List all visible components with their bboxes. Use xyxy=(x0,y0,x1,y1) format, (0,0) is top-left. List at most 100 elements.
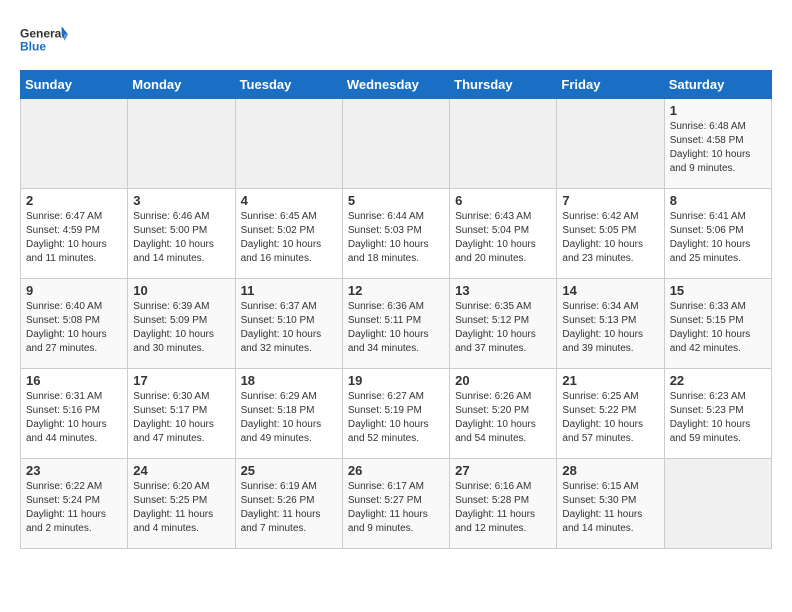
calendar-cell: 22 Sunrise: 6:23 AM Sunset: 5:23 PM Dayli… xyxy=(664,369,771,459)
calendar-cell: 4Sunrise: 6:45 AM Sunset: 5:02 PM Daylig… xyxy=(235,189,342,279)
day-info: Sunrise: 6:43 AM Sunset: 5:04 PM Dayligh… xyxy=(455,210,551,266)
day-number: 10 xyxy=(133,283,229,298)
day-info: Sunrise: 6:27 AM Sunset: 5:19 PM Dayligh… xyxy=(348,390,444,446)
svg-text:Blue: Blue xyxy=(20,39,46,53)
calendar-cell: 7 Sunrise: 6:42 AM Sunset: 5:05 PM Daylig… xyxy=(557,189,664,279)
calendar-cell xyxy=(342,99,449,189)
day-info: Sunrise: 6:16 AM Sunset: 5:28 PM Dayligh… xyxy=(455,480,551,536)
calendar-cell: 8 Sunrise: 6:41 AM Sunset: 5:06 PM Daylig… xyxy=(664,189,771,279)
day-number: 13 xyxy=(455,283,551,298)
day-number: 23 xyxy=(26,463,122,478)
day-info: Sunrise: 6:26 AM Sunset: 5:20 PM Dayligh… xyxy=(455,390,551,446)
day-number: 6 xyxy=(455,193,551,208)
calendar-cell: 27 Sunrise: 6:16 AM Sunset: 5:28 PM Dayli… xyxy=(450,459,557,549)
calendar-cell: 3 Sunrise: 6:46 AM Sunset: 5:00 PM Daylig… xyxy=(128,189,235,279)
day-number: 16 xyxy=(26,373,122,388)
page-header: General Blue xyxy=(20,20,772,60)
day-number: 11 xyxy=(241,283,337,298)
calendar-week-row: 9 Sunrise: 6:40 AM Sunset: 5:08 PM Daylig… xyxy=(21,279,772,369)
day-info: Sunrise: 6:29 AM Sunset: 5:18 PM Dayligh… xyxy=(241,390,337,446)
calendar-cell: 24 Sunrise: 6:20 AM Sunset: 5:25 PM Dayli… xyxy=(128,459,235,549)
calendar-cell: 28 Sunrise: 6:15 AM Sunset: 5:30 PM Dayli… xyxy=(557,459,664,549)
calendar-cell: 26 Sunrise: 6:17 AM Sunset: 5:27 PM Dayli… xyxy=(342,459,449,549)
calendar-week-row: 16 Sunrise: 6:31 AM Sunset: 5:16 PM Dayli… xyxy=(21,369,772,459)
calendar-week-row: 23Sunrise: 6:22 AM Sunset: 5:24 PM Dayli… xyxy=(21,459,772,549)
day-info: Sunrise: 6:41 AM Sunset: 5:06 PM Dayligh… xyxy=(670,210,766,266)
day-number: 22 xyxy=(670,373,766,388)
day-info: Sunrise: 6:15 AM Sunset: 5:30 PM Dayligh… xyxy=(562,480,658,536)
day-number: 9 xyxy=(26,283,122,298)
day-info: Sunrise: 6:31 AM Sunset: 5:16 PM Dayligh… xyxy=(26,390,122,446)
day-info: Sunrise: 6:37 AM Sunset: 5:10 PM Dayligh… xyxy=(241,300,337,356)
calendar-cell: 17Sunrise: 6:30 AM Sunset: 5:17 PM Dayli… xyxy=(128,369,235,459)
day-info: Sunrise: 6:34 AM Sunset: 5:13 PM Dayligh… xyxy=(562,300,658,356)
calendar-cell xyxy=(128,99,235,189)
calendar-cell xyxy=(235,99,342,189)
calendar-cell: 12 Sunrise: 6:36 AM Sunset: 5:11 PM Dayli… xyxy=(342,279,449,369)
calendar-week-row: 1 Sunrise: 6:48 AM Sunset: 4:58 PM Daylig… xyxy=(21,99,772,189)
day-number: 26 xyxy=(348,463,444,478)
day-number: 21 xyxy=(562,373,658,388)
day-number: 7 xyxy=(562,193,658,208)
day-info: Sunrise: 6:35 AM Sunset: 5:12 PM Dayligh… xyxy=(455,300,551,356)
calendar-header-row: SundayMondayTuesdayWednesdayThursdayFrid… xyxy=(21,71,772,99)
calendar-cell: 21 Sunrise: 6:25 AM Sunset: 5:22 PM Dayli… xyxy=(557,369,664,459)
day-info: Sunrise: 6:19 AM Sunset: 5:26 PM Dayligh… xyxy=(241,480,337,536)
day-number: 17 xyxy=(133,373,229,388)
calendar-cell: 9 Sunrise: 6:40 AM Sunset: 5:08 PM Daylig… xyxy=(21,279,128,369)
calendar-table: SundayMondayTuesdayWednesdayThursdayFrid… xyxy=(20,70,772,549)
day-info: Sunrise: 6:46 AM Sunset: 5:00 PM Dayligh… xyxy=(133,210,229,266)
day-info: Sunrise: 6:42 AM Sunset: 5:05 PM Dayligh… xyxy=(562,210,658,266)
day-info: Sunrise: 6:36 AM Sunset: 5:11 PM Dayligh… xyxy=(348,300,444,356)
day-info: Sunrise: 6:23 AM Sunset: 5:23 PM Dayligh… xyxy=(670,390,766,446)
day-number: 5 xyxy=(348,193,444,208)
calendar-cell: 13 Sunrise: 6:35 AM Sunset: 5:12 PM Dayli… xyxy=(450,279,557,369)
calendar-cell: 18 Sunrise: 6:29 AM Sunset: 5:18 PM Dayli… xyxy=(235,369,342,459)
day-number: 27 xyxy=(455,463,551,478)
day-info: Sunrise: 6:20 AM Sunset: 5:25 PM Dayligh… xyxy=(133,480,229,536)
calendar-cell: 10 Sunrise: 6:39 AM Sunset: 5:09 PM Dayli… xyxy=(128,279,235,369)
calendar-day-header: Friday xyxy=(557,71,664,99)
calendar-cell: 15Sunrise: 6:33 AM Sunset: 5:15 PM Dayli… xyxy=(664,279,771,369)
logo: General Blue xyxy=(20,20,68,60)
day-info: Sunrise: 6:48 AM Sunset: 4:58 PM Dayligh… xyxy=(670,120,766,176)
calendar-week-row: 2 Sunrise: 6:47 AM Sunset: 4:59 PM Daylig… xyxy=(21,189,772,279)
logo-svg: General Blue xyxy=(20,20,68,60)
day-info: Sunrise: 6:47 AM Sunset: 4:59 PM Dayligh… xyxy=(26,210,122,266)
calendar-cell xyxy=(21,99,128,189)
day-info: Sunrise: 6:39 AM Sunset: 5:09 PM Dayligh… xyxy=(133,300,229,356)
day-info: Sunrise: 6:40 AM Sunset: 5:08 PM Dayligh… xyxy=(26,300,122,356)
calendar-cell: 20 Sunrise: 6:26 AM Sunset: 5:20 PM Dayli… xyxy=(450,369,557,459)
calendar-day-header: Sunday xyxy=(21,71,128,99)
day-number: 1 xyxy=(670,103,766,118)
day-number: 4 xyxy=(241,193,337,208)
day-number: 24 xyxy=(133,463,229,478)
day-info: Sunrise: 6:44 AM Sunset: 5:03 PM Dayligh… xyxy=(348,210,444,266)
day-info: Sunrise: 6:17 AM Sunset: 5:27 PM Dayligh… xyxy=(348,480,444,536)
day-number: 25 xyxy=(241,463,337,478)
calendar-day-header: Saturday xyxy=(664,71,771,99)
calendar-cell: 6 Sunrise: 6:43 AM Sunset: 5:04 PM Daylig… xyxy=(450,189,557,279)
day-number: 8 xyxy=(670,193,766,208)
calendar-cell xyxy=(557,99,664,189)
day-number: 14 xyxy=(562,283,658,298)
day-number: 19 xyxy=(348,373,444,388)
day-info: Sunrise: 6:25 AM Sunset: 5:22 PM Dayligh… xyxy=(562,390,658,446)
day-number: 3 xyxy=(133,193,229,208)
calendar-day-header: Tuesday xyxy=(235,71,342,99)
day-number: 2 xyxy=(26,193,122,208)
day-info: Sunrise: 6:33 AM Sunset: 5:15 PM Dayligh… xyxy=(670,300,766,356)
calendar-cell: 2 Sunrise: 6:47 AM Sunset: 4:59 PM Daylig… xyxy=(21,189,128,279)
calendar-cell xyxy=(450,99,557,189)
calendar-cell: 1 Sunrise: 6:48 AM Sunset: 4:58 PM Daylig… xyxy=(664,99,771,189)
calendar-cell: 23Sunrise: 6:22 AM Sunset: 5:24 PM Dayli… xyxy=(21,459,128,549)
day-number: 12 xyxy=(348,283,444,298)
day-number: 20 xyxy=(455,373,551,388)
calendar-day-header: Monday xyxy=(128,71,235,99)
calendar-cell: 5 Sunrise: 6:44 AM Sunset: 5:03 PM Daylig… xyxy=(342,189,449,279)
calendar-cell xyxy=(664,459,771,549)
day-number: 28 xyxy=(562,463,658,478)
day-number: 18 xyxy=(241,373,337,388)
svg-text:General: General xyxy=(20,27,65,41)
calendar-cell: 14 Sunrise: 6:34 AM Sunset: 5:13 PM Dayli… xyxy=(557,279,664,369)
